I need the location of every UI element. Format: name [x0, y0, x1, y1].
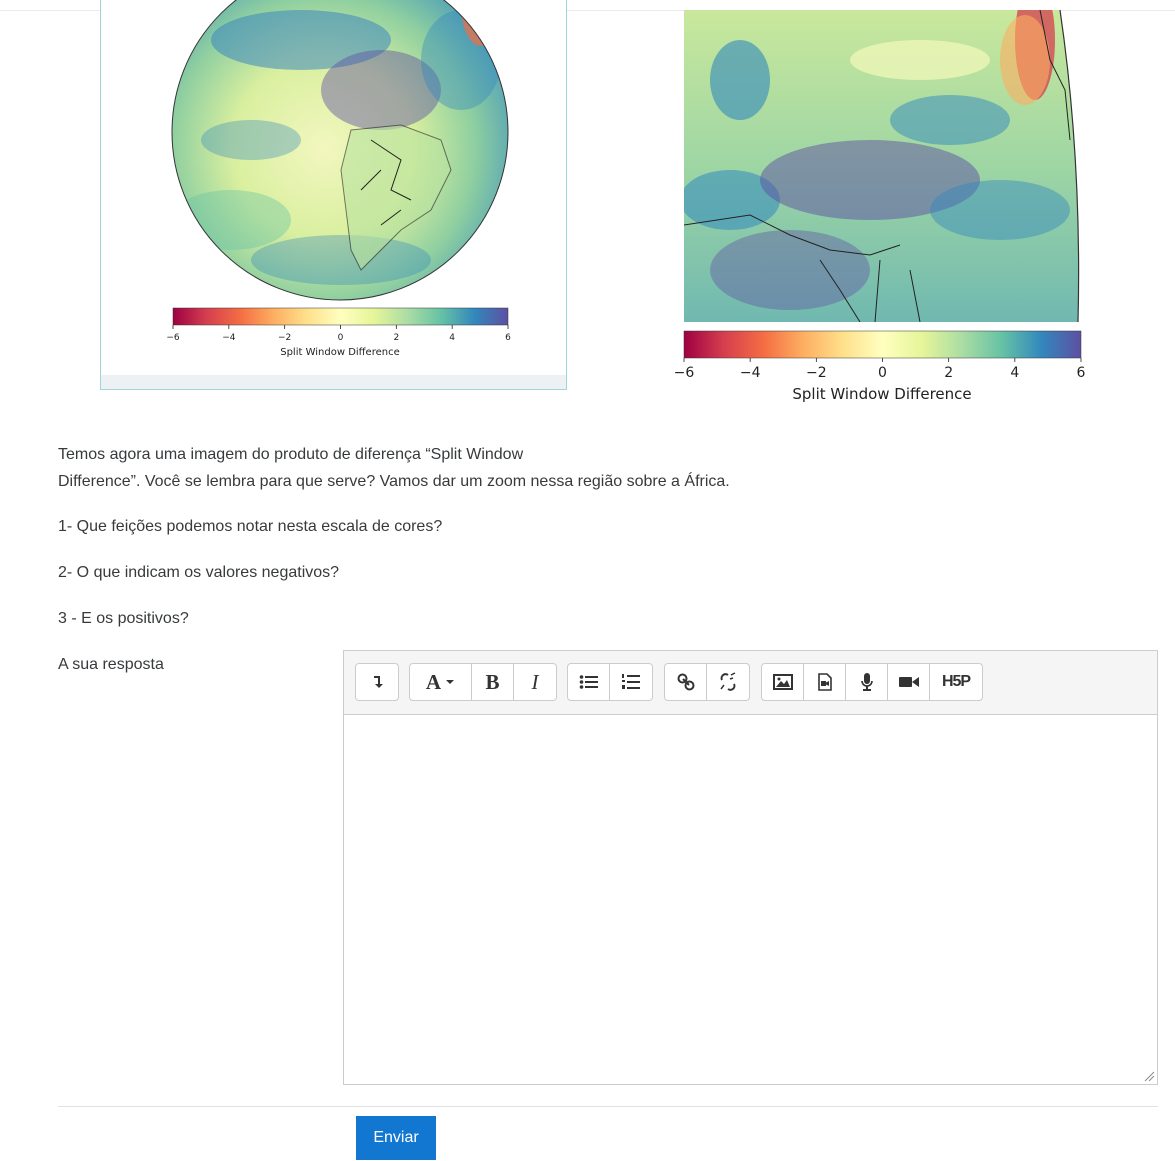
- record-video-button[interactable]: [888, 664, 930, 700]
- italic-button[interactable]: I: [514, 664, 556, 700]
- answer-label: A sua resposta: [58, 656, 164, 673]
- colorbar-left-label: Split Window Difference: [280, 347, 400, 358]
- colorbar-tick-label: −2: [806, 365, 827, 381]
- colorbar-left: [172, 307, 509, 326]
- colorbar-tick-label: 0: [338, 333, 344, 343]
- colorbar-right: [683, 330, 1082, 359]
- full-disk-figure: −6 −4 −2 0 2 4 6 Split Window Difference: [100, 0, 567, 390]
- question-item-2: 2- O que indicam os valores negativos?: [58, 564, 340, 581]
- colorbar-tick-label: 0: [878, 365, 887, 381]
- toolbar-group-links: [664, 663, 750, 701]
- answer-editor: A B I H5P: [343, 650, 1158, 1085]
- toolbar-toggle-button[interactable]: [356, 664, 398, 700]
- colorbar-right-ticks: −6 −4 −2 0 2 4 6: [674, 358, 1086, 381]
- record-audio-button[interactable]: [846, 664, 888, 700]
- unlink-icon: [720, 672, 736, 691]
- question-intro: Temos agora uma imagem do produto de dif…: [58, 441, 838, 495]
- form-divider: [58, 1106, 1158, 1107]
- colorbar-right-label: Split Window Difference: [792, 385, 971, 403]
- numbered-list-icon: [622, 674, 640, 689]
- colorbar-tick-label: 2: [393, 333, 399, 343]
- colorbar-tick-label: −6: [166, 333, 180, 343]
- insert-image-button[interactable]: [762, 664, 804, 700]
- colorbar-tick-label: −4: [222, 333, 236, 343]
- h5p-icon: H5P: [941, 673, 971, 690]
- toolbar-group-lists: [567, 663, 653, 701]
- question-item-1: 1- Que feições podemos notar nesta escal…: [58, 518, 443, 535]
- question-intro-line2: Difference”. Você se lembra para que ser…: [58, 473, 730, 490]
- question-intro-line1: Temos agora uma imagem do produto de dif…: [58, 446, 524, 463]
- figure-caption-strip: [101, 375, 566, 389]
- microphone-icon: [860, 673, 873, 691]
- colorbar-tick-label: 2: [944, 365, 953, 381]
- insert-link-button[interactable]: [665, 664, 707, 700]
- zoom-africa-image: −6 −4 −2 0 2 4 6 Split Window Difference: [674, 9, 1086, 403]
- submit-button[interactable]: Enviar: [356, 1116, 436, 1160]
- insert-media-button[interactable]: [804, 664, 846, 700]
- insert-h5p-button[interactable]: H5P: [930, 664, 982, 700]
- colorbar-tick-label: −4: [740, 365, 761, 381]
- toolbar-group-media: H5P: [761, 663, 983, 701]
- resize-handle-icon[interactable]: [1143, 1070, 1155, 1082]
- colorbar-tick-label: −2: [278, 333, 291, 343]
- unlink-button[interactable]: [707, 664, 749, 700]
- media-file-icon: [817, 673, 832, 691]
- show-more-icon: [374, 676, 383, 688]
- paragraph-styles-button[interactable]: A: [410, 664, 472, 700]
- colorbar-tick-label: 4: [1010, 365, 1019, 381]
- answer-text-area[interactable]: [344, 715, 1157, 1084]
- italic-icon: I: [531, 669, 539, 694]
- colorbar-tick-label: 6: [1077, 365, 1086, 381]
- colorbar-left-ticks: −6 −4 −2 0 2 4 6: [166, 325, 511, 343]
- unordered-list-button[interactable]: [568, 664, 610, 700]
- image-icon: [772, 674, 793, 690]
- link-icon: [677, 673, 694, 691]
- bullet-list-icon: [579, 675, 598, 689]
- font-style-icon: A: [425, 669, 442, 694]
- video-camera-icon: [898, 677, 919, 687]
- question-item-3: 3 - E os positivos?: [58, 610, 189, 627]
- editor-toolbar: A B I H5P: [344, 651, 1157, 715]
- bold-button[interactable]: B: [472, 664, 514, 700]
- caret-down-icon: [446, 680, 455, 684]
- colorbar-tick-label: −6: [674, 365, 695, 381]
- bold-icon: B: [485, 669, 500, 694]
- toolbar-group-toggle: [355, 663, 399, 701]
- ordered-list-button[interactable]: [610, 664, 652, 700]
- colorbar-tick-label: 6: [505, 333, 511, 343]
- full-disk-image: −6 −4 −2 0 2 4 6 Split Window Difference: [166, 0, 511, 358]
- colorbar-tick-label: 4: [449, 333, 455, 343]
- zoom-africa-figure: −6 −4 −2 0 2 4 6 Split Window Difference: [670, 0, 1100, 410]
- toolbar-group-format: A B I: [409, 663, 557, 701]
